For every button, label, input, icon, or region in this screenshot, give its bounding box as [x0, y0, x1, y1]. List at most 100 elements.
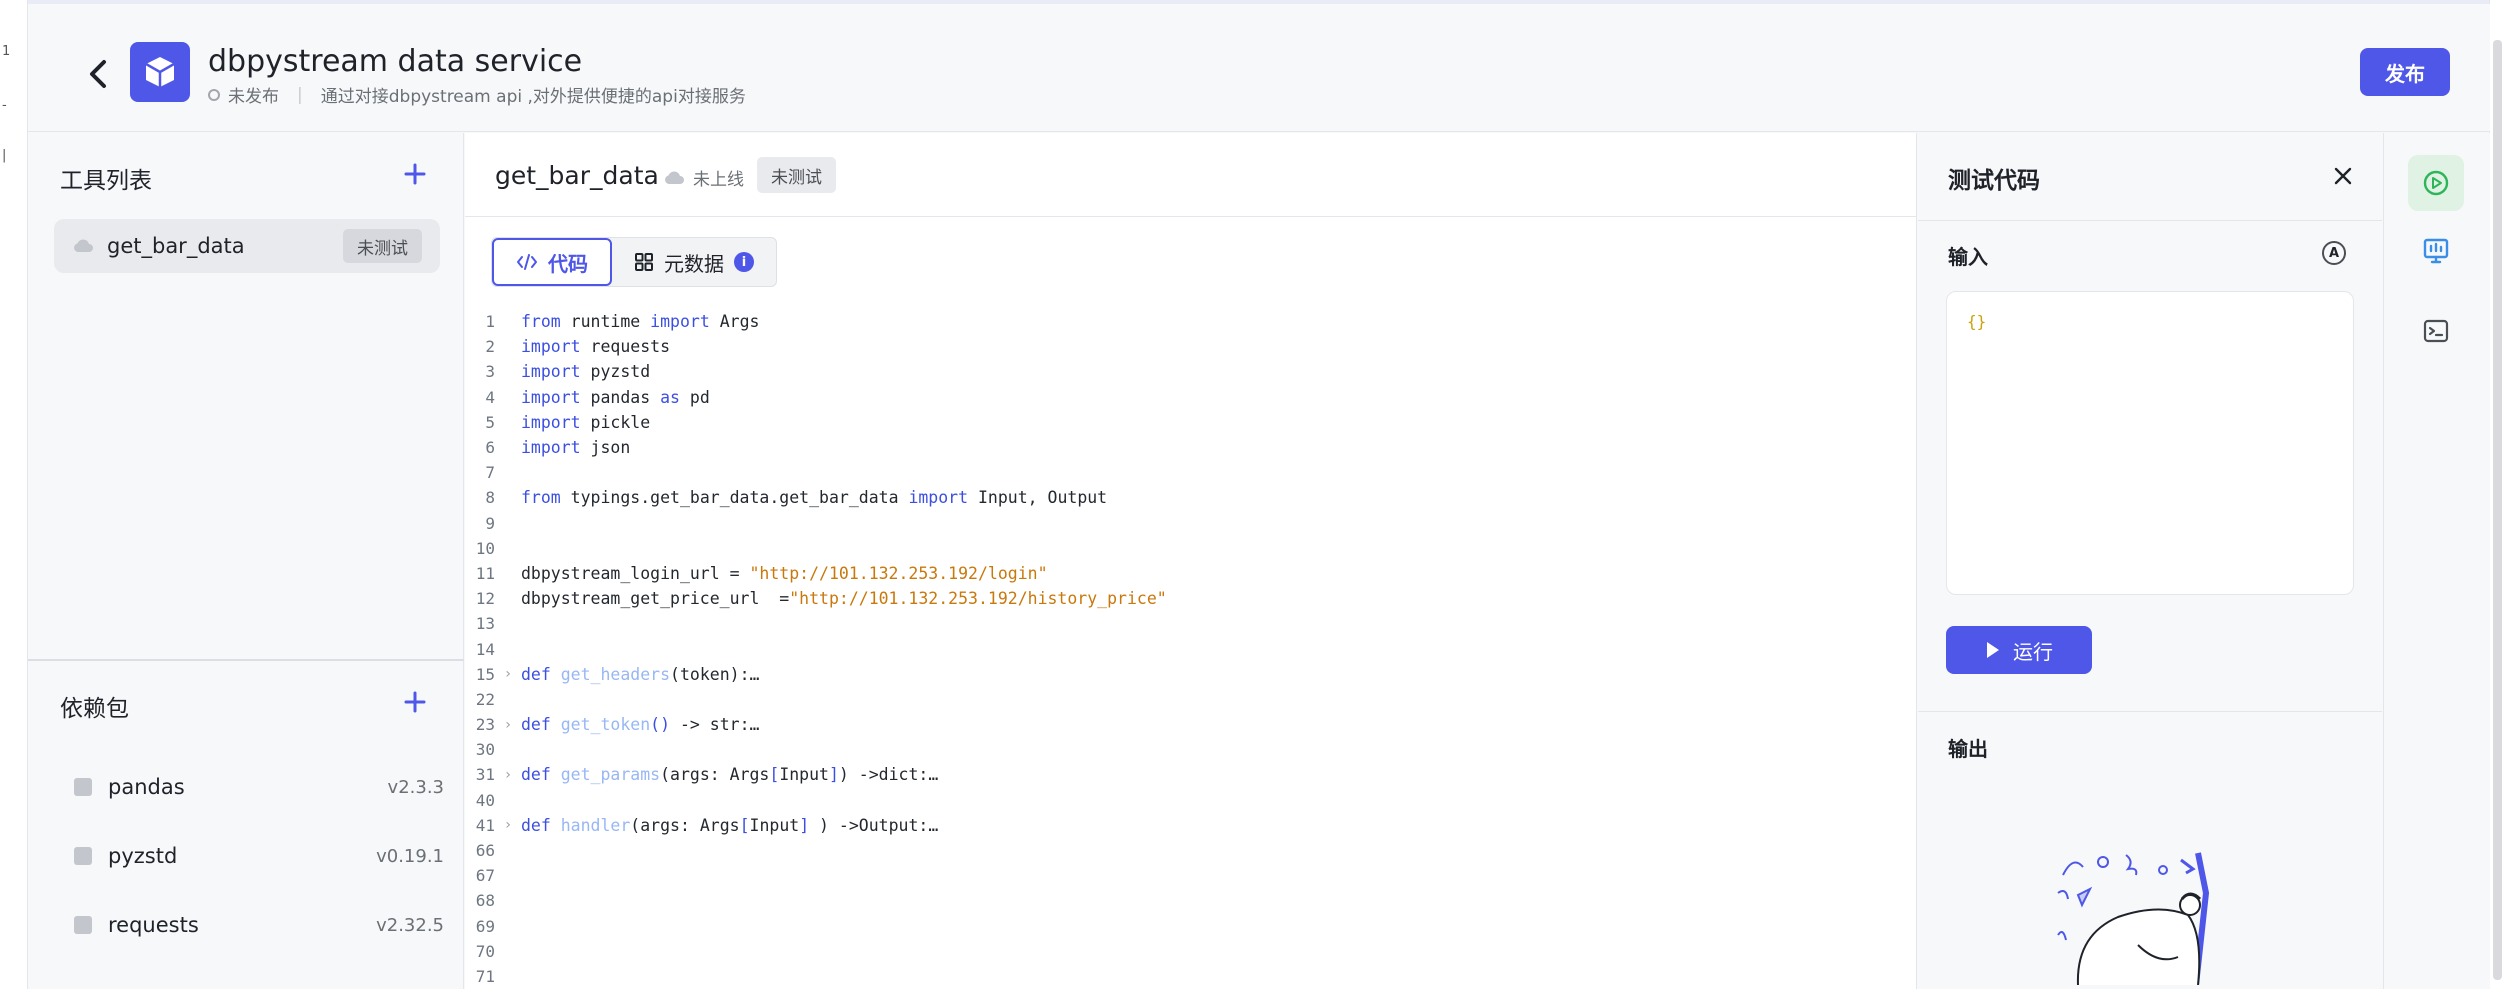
code-token: pyzstd: [580, 362, 651, 382]
empty-output-illustration: [2038, 845, 2238, 989]
cloud-icon: [665, 170, 684, 184]
dependency-item[interactable]: pandas v2.3.3: [74, 772, 444, 802]
tab-code[interactable]: 代码: [492, 238, 612, 286]
app-cube-icon: [130, 42, 190, 102]
code-token: def: [521, 715, 551, 735]
publish-button[interactable]: 发布: [2360, 48, 2450, 96]
auto-fill-icon[interactable]: A: [2322, 241, 2346, 265]
test-panel-header: 测试代码: [1918, 133, 2382, 221]
code-line: 10: [465, 536, 1917, 561]
add-tool-button[interactable]: [400, 159, 430, 189]
add-dependency-button[interactable]: [400, 687, 430, 717]
code-token: "http://101.132.253.192/history_price": [789, 589, 1167, 609]
line-number: 23: [475, 715, 495, 735]
back-button[interactable]: [78, 54, 118, 94]
code-token: ) ->dict:…: [838, 765, 939, 785]
code-token: from: [521, 312, 561, 332]
dependency-item[interactable]: pyzstd v0.19.1: [74, 841, 444, 871]
code-token: from: [521, 488, 561, 508]
line-number: 9: [485, 513, 495, 533]
code-token: dbpystream_login_url =: [521, 563, 750, 583]
fold-chevron-icon[interactable]: ›: [495, 817, 521, 833]
dependencies-title: 依赖包: [60, 696, 129, 722]
code-token: dbpystream_get_price_url =: [521, 589, 790, 609]
code-token: -> str:…: [670, 715, 760, 735]
tab-metadata-label: 元数据: [664, 251, 724, 276]
line-number: 30: [475, 740, 495, 760]
code-line: 30: [465, 737, 1917, 762]
dependency-item[interactable]: requests v2.32.5: [74, 910, 444, 940]
line-number: 3: [485, 362, 495, 382]
monitor-tool-button[interactable]: [2408, 223, 2464, 279]
code-line: 7: [465, 460, 1917, 485]
code-line: 5 import pickle: [465, 410, 1917, 435]
code-token: import: [521, 412, 581, 432]
fold-chevron-icon[interactable]: ›: [495, 717, 521, 733]
editor-tabs: 代码 元数据 i: [491, 237, 777, 287]
dependency-name: pandas: [108, 775, 185, 799]
code-token: Args: [709, 312, 760, 332]
code-token: "http://101.132.253.192/login": [749, 563, 1048, 583]
tool-name: get_bar_data: [107, 234, 245, 258]
code-line: 23 › def get_token() -> str:…: [465, 712, 1917, 737]
input-label: 输入: [1948, 245, 1988, 269]
code-area[interactable]: 1 from runtime import Args 2 import request…: [465, 309, 1917, 989]
code-token: [: [769, 765, 780, 785]
app-description: 通过对接dbpystream api ,对外提供便捷的api对接服务: [320, 87, 746, 107]
input-json-field[interactable]: {}: [1946, 291, 2354, 595]
fold-chevron-icon[interactable]: ›: [495, 666, 521, 682]
line-number: 6: [485, 438, 495, 458]
dependency-name: pyzstd: [108, 844, 178, 868]
scrollbar-thumb[interactable]: [2493, 40, 2502, 980]
code-line: 1 from runtime import Args: [465, 309, 1917, 334]
code-token: (): [650, 715, 671, 735]
close-icon: [2334, 167, 2352, 185]
code-token: Input: [779, 765, 829, 785]
code-token: typings.get_bar_data.get_bar_data: [560, 488, 909, 508]
code-line: 9: [465, 511, 1917, 536]
code-token: Input: [749, 815, 800, 835]
package-icon: [74, 847, 92, 865]
plus-icon: [404, 691, 426, 713]
edge-mark: -: [2, 98, 7, 113]
package-icon: [74, 778, 92, 796]
edge-mark: 1: [2, 44, 11, 59]
line-number: 69: [475, 916, 495, 936]
line-number: 13: [475, 614, 495, 634]
tab-code-label: 代码: [548, 251, 588, 276]
fold-chevron-icon[interactable]: ›: [495, 767, 521, 783]
terminal-tool-button[interactable]: [2408, 303, 2464, 359]
code-line: 69: [465, 914, 1917, 939]
code-line: 68: [465, 888, 1917, 913]
code-token: ]: [828, 765, 839, 785]
code-token: import: [521, 438, 581, 458]
code-line: 8 from typings.get_bar_data.get_bar_data …: [465, 485, 1917, 510]
plus-icon: [404, 163, 426, 185]
app-title: dbpystream data service: [208, 44, 583, 79]
dependency-version: v2.3.3: [387, 776, 444, 798]
code-token: [: [739, 815, 750, 835]
close-button[interactable]: [2326, 159, 2360, 193]
code-token: pickle: [580, 412, 651, 432]
run-button[interactable]: 运行: [1946, 626, 2092, 674]
line-number: 70: [475, 941, 495, 961]
tool-item-get-bar-data[interactable]: get_bar_data 未测试: [54, 219, 440, 273]
tab-metadata[interactable]: 元数据 i: [612, 238, 776, 286]
test-run-tool-button[interactable]: [2408, 155, 2464, 211]
edge-mark: |: [2, 148, 7, 163]
run-button-label: 运行: [2013, 639, 2053, 664]
app-header: dbpystream data service 未发布 | 通过对接dbpyst…: [28, 4, 2490, 132]
page-scrollbar[interactable]: [2489, 0, 2505, 989]
info-icon[interactable]: i: [734, 252, 754, 272]
app-subtitle: 未发布 | 通过对接dbpystream api ,对外提供便捷的api对接服务: [208, 82, 746, 107]
publish-status: 未发布: [228, 87, 279, 107]
dependency-version: v2.32.5: [376, 914, 444, 936]
code-token: pd: [679, 387, 710, 407]
test-status-badge: 未测试: [757, 157, 836, 193]
panel-divider: [28, 659, 464, 661]
line-number: 4: [485, 387, 495, 407]
code-token: runtime: [560, 312, 651, 332]
